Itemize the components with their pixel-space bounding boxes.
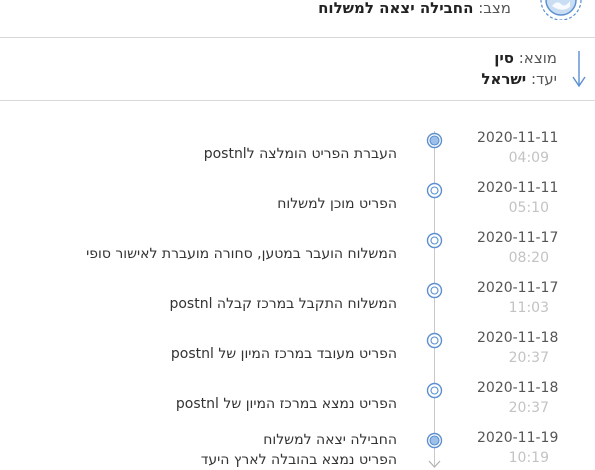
event-dot-filled-icon <box>426 432 443 449</box>
event-description-line: העברת הפריט הומלצה לpostnl <box>203 146 397 162</box>
status-bar: מצב: החבילה יצאה למשלוח <box>0 0 595 38</box>
route-origin: מוצא: סין <box>494 49 557 67</box>
event-description: הפריט מעובד במרכז המיון של postnl <box>171 344 397 364</box>
arrow-down-icon <box>572 51 586 88</box>
status-label: מצב: <box>478 0 511 17</box>
event-description-line: המשלוח הועבר במטען, סחורה מועברת לאישור … <box>86 246 397 262</box>
event-description: העברת הפריט הומלצה לpostnl <box>204 144 397 164</box>
event-date: 2020-11-17 <box>477 230 559 246</box>
timeline-event: 2020-11-11 05:10 הפריט מוכן למשלוח <box>0 180 595 233</box>
timeline-event: 2020-11-18 20:37 הפריט מעובד במרכז המיון ש… <box>0 330 595 383</box>
timeline-event: 2020-11-11 04:09 העברת הפריט הומלצה לpostn… <box>0 130 595 183</box>
event-description: המשלוח הועבר במטען, סחורה מועברת לאישור … <box>86 244 397 264</box>
event-time: 04:09 <box>508 150 549 166</box>
event-description-line: הפריט מעובד במרכז המיון של postnl <box>170 346 397 362</box>
event-date: 2020-11-19 <box>477 430 559 446</box>
event-dot-filled-icon <box>426 132 443 149</box>
event-description-line: הפריט נמצא בהובלה לארץ היעד <box>200 452 397 468</box>
event-description-line: המשלוח התקבל במרכז קבלה postnl <box>169 296 397 312</box>
origin-label: מוצא: <box>518 49 557 67</box>
event-time: 05:10 <box>508 200 549 216</box>
timeline-event: 2020-11-19 10:19 החבילה יצאה למשלוח הפריט נ… <box>0 430 595 470</box>
status-text: מצב: החבילה יצאה למשלוח <box>318 0 511 17</box>
event-date: 2020-11-17 <box>477 280 559 296</box>
event-dot-icon <box>426 232 443 249</box>
event-dot-icon <box>426 182 443 199</box>
globe-icon <box>540 0 582 20</box>
event-description: המשלוח התקבל במרכז קבלה postnl <box>169 294 397 314</box>
event-date: 2020-11-18 <box>477 380 559 396</box>
event-description-line: החבילה יצאה למשלוח <box>263 432 397 448</box>
event-date: 2020-11-18 <box>477 330 559 346</box>
event-date: 2020-11-11 <box>477 130 559 146</box>
origin-value: סין <box>494 49 514 67</box>
event-dot-icon <box>426 282 443 299</box>
destination-label: יעד: <box>531 70 557 88</box>
destination-value: ישראל <box>481 70 527 88</box>
event-description: החבילה יצאה למשלוח הפריט נמצא בהובלה לארץ… <box>201 430 397 470</box>
event-time: 10:19 <box>508 450 549 466</box>
timeline-event: 2020-11-17 08:20 המשלוח הועבר במטען, סחורה… <box>0 230 595 283</box>
timeline-event: 2020-11-18 20:37 הפריט נמצא במרכז המיון של… <box>0 380 595 433</box>
event-time: 20:37 <box>508 350 549 366</box>
event-description-line: הפריט נמצא במרכז המיון של postnl <box>175 396 397 412</box>
event-date: 2020-11-11 <box>477 180 559 196</box>
timeline-event: 2020-11-17 11:03 המשלוח התקבל במרכז קבלה p… <box>0 280 595 333</box>
event-dot-icon <box>426 332 443 349</box>
event-time: 08:20 <box>508 250 549 266</box>
route-destination: יעד: ישראל <box>481 70 557 88</box>
event-dot-icon <box>426 382 443 399</box>
event-description: הפריט מוכן למשלוח <box>277 194 397 214</box>
event-time: 20:37 <box>508 400 549 416</box>
route-panel: מוצא: סין יעד: ישראל <box>0 38 595 101</box>
event-description-line: הפריט מוכן למשלוח <box>277 196 397 212</box>
event-time: 11:03 <box>508 300 549 316</box>
event-description: הפריט נמצא במרכז המיון של postnl <box>176 394 397 414</box>
status-value: החבילה יצאה למשלוח <box>318 0 474 17</box>
